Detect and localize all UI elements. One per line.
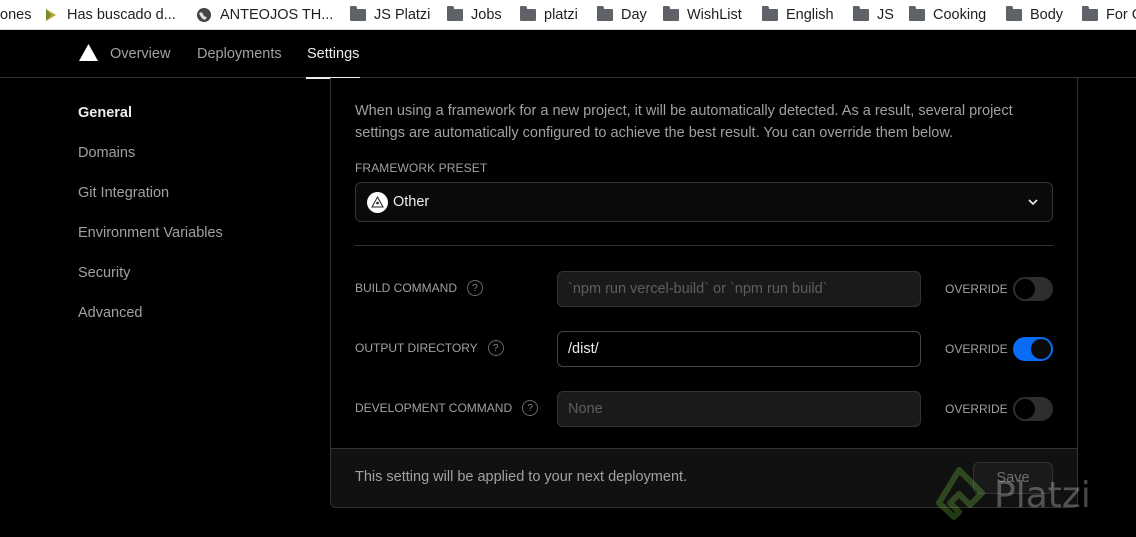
section-divider (355, 245, 1053, 246)
folder-icon (520, 5, 536, 21)
folder-icon (597, 5, 613, 21)
bookmark-folder[interactable]: WishList (663, 0, 742, 29)
tab-label: Overview (110, 46, 171, 62)
sidebar-item-label: Domains (78, 145, 136, 161)
folder-icon (350, 5, 366, 21)
build-command-override-toggle[interactable] (1013, 277, 1053, 301)
row-label-text: OUTPUT DIRECTORY (355, 341, 478, 355)
output-directory-label: OUTPUT DIRECTORY ? (355, 340, 504, 356)
platzi-watermark: Platzi (930, 466, 1091, 524)
bookmark-label: platzi (544, 6, 578, 23)
bookmark-label: Body (1030, 6, 1064, 23)
folder-icon (853, 5, 869, 21)
help-icon[interactable]: ? (467, 280, 484, 296)
sidebar-item-label: Advanced (78, 305, 143, 321)
row-label-text: BUILD COMMAND (355, 281, 458, 295)
bookmark-label: Day (621, 6, 647, 23)
sidebar-item-git-integration[interactable]: Git Integration (78, 185, 169, 201)
toggle-knob (1015, 399, 1035, 419)
chevron-down-icon (1028, 199, 1038, 206)
sidebar-item-security[interactable]: Security (78, 265, 130, 281)
tab-deployments[interactable]: Deployments (197, 30, 282, 78)
sidebar-item-environment-variables[interactable]: Environment Variables (78, 225, 223, 241)
sidebar-item-advanced[interactable]: Advanced (78, 305, 143, 321)
bookmark-folder[interactable]: Jobs (447, 0, 502, 29)
folder-icon (909, 5, 925, 21)
bookmark-item[interactable]: ANTEOJOS TH... (196, 0, 334, 29)
bookmark-label: JS Platzi (374, 6, 431, 23)
bookmark-label: Cooking (933, 6, 987, 23)
bookmark-label: Has buscado d... (67, 6, 176, 23)
output-directory-override-toggle[interactable] (1013, 337, 1053, 361)
globe-icon (197, 7, 211, 22)
toggle-knob (1031, 339, 1051, 359)
bookmark-label: WishList (687, 6, 742, 23)
development-command-label: DEVELOPMENT COMMAND ? (355, 400, 539, 416)
override-label: OVERRIDE (945, 402, 1008, 416)
bookmark-label: JS (877, 6, 894, 23)
bookmark-item[interactable]: ones (0, 0, 32, 29)
watermark-text: Platzi (994, 474, 1091, 516)
tab-label: Settings (307, 46, 360, 62)
framework-preset-label: FRAMEWORK PRESET (355, 161, 488, 175)
override-label: OVERRIDE (945, 282, 1008, 296)
bookmark-label: ANTEOJOS TH... (220, 6, 334, 23)
vercel-logo-icon[interactable] (79, 44, 98, 61)
card-description: When using a framework for a new project… (355, 103, 1013, 141)
bookmark-folder[interactable]: Cooking (909, 0, 987, 29)
build-command-label: BUILD COMMAND ? (355, 280, 484, 296)
folder-icon (663, 5, 679, 21)
framework-preset-value: Other (393, 194, 430, 210)
footer-note: This setting will be applied to your nex… (355, 469, 688, 485)
tab-overview[interactable]: Overview (110, 30, 170, 78)
bookmark-label: For G (1106, 6, 1136, 23)
tab-label: Deployments (197, 46, 282, 62)
bookmark-folder[interactable]: JS (853, 0, 894, 29)
folder-icon (762, 5, 778, 21)
sidebar-item-label: Environment Variables (78, 225, 223, 241)
bookmark-label: English (786, 6, 834, 23)
input-placeholder: None (568, 401, 603, 417)
framework-preset-select[interactable]: Other (355, 182, 1053, 222)
input-placeholder: `npm run vercel-build` or `npm run build… (568, 281, 828, 297)
output-directory-input[interactable]: /dist/ (557, 331, 921, 367)
help-icon[interactable]: ? (487, 340, 504, 356)
development-command-input[interactable]: None (557, 391, 921, 427)
arrow-icon (46, 8, 56, 21)
bookmark-label: ones (0, 6, 32, 23)
toggle-knob (1015, 279, 1035, 299)
folder-icon (1006, 5, 1022, 21)
folder-icon (1082, 5, 1098, 21)
sidebar-item-label: Security (78, 265, 131, 281)
platzi-logo-icon (936, 467, 985, 520)
build-command-input[interactable]: `npm run vercel-build` or `npm run build… (557, 271, 921, 307)
override-label: OVERRIDE (945, 342, 1008, 356)
sidebar-item-label: General (78, 105, 132, 121)
bookmark-folder[interactable]: Day (597, 0, 647, 29)
help-icon[interactable]: ? (522, 400, 539, 416)
bookmark-item[interactable]: Has buscado d... (43, 0, 176, 29)
build-settings-card: When using a framework for a new project… (330, 78, 1078, 508)
sidebar-item-domains[interactable]: Domains (78, 145, 135, 161)
folder-icon (447, 5, 463, 21)
bookmark-folder[interactable]: JS Platzi (350, 0, 431, 29)
framework-other-icon (367, 191, 388, 213)
tab-settings[interactable]: Settings (306, 30, 361, 79)
sidebar-item-label: Git Integration (78, 185, 170, 201)
bookmark-label: Jobs (471, 6, 502, 23)
bookmark-folder[interactable]: Body (1006, 0, 1064, 29)
input-value: /dist/ (568, 341, 599, 357)
row-label-text: DEVELOPMENT COMMAND (355, 401, 513, 415)
sidebar-item-general[interactable]: General (78, 105, 132, 121)
bookmark-folder[interactable]: English (762, 0, 834, 29)
bookmark-folder[interactable]: platzi (520, 0, 578, 29)
bookmark-folder[interactable]: For G (1082, 0, 1136, 29)
development-command-override-toggle[interactable] (1013, 397, 1053, 421)
bookmarks-bar: ones Has buscado d... ANTEOJOS TH... JS … (0, 0, 1136, 30)
project-header: Overview Deployments Settings (0, 30, 1136, 79)
